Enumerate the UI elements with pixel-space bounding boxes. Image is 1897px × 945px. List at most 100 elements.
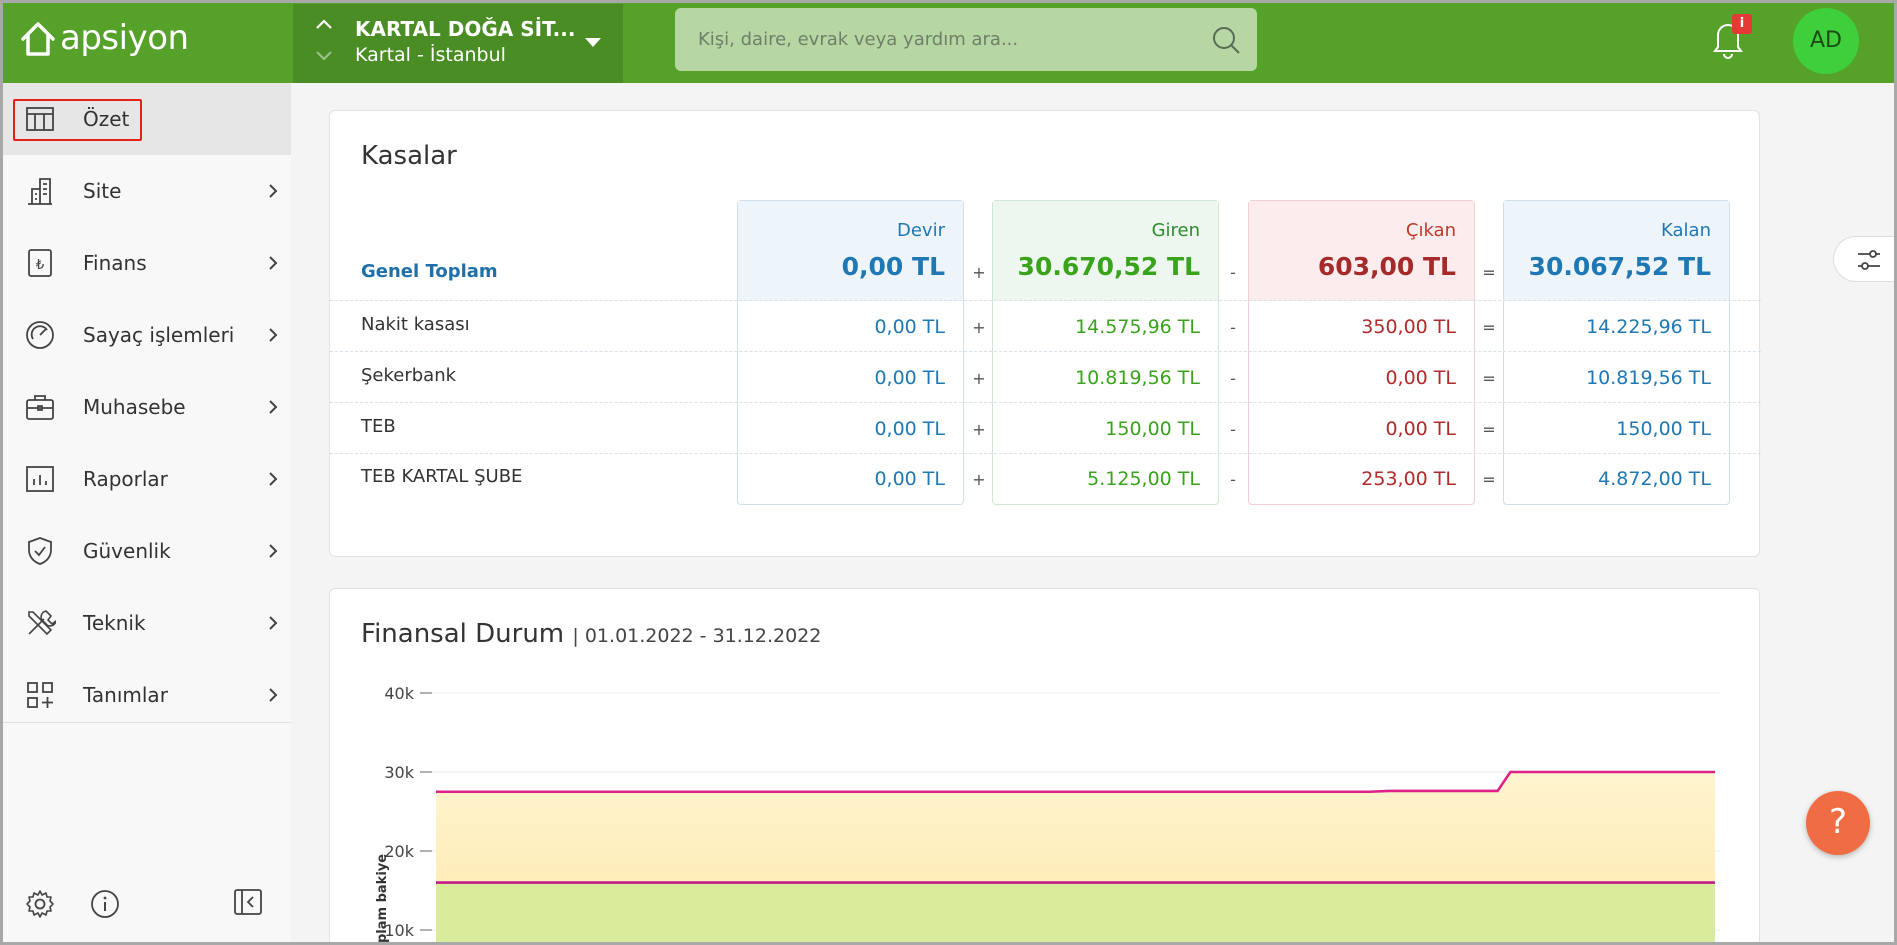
y-axis-label: Toplam bakiye [375, 854, 390, 945]
logo-text: apsiyon [60, 18, 189, 58]
devir-cell: 0,00 TL [874, 316, 945, 338]
equals-op: = [1482, 318, 1496, 337]
chart-icon [26, 466, 54, 492]
giren-column [992, 200, 1219, 505]
cikan-cell: 0,00 TL [1385, 418, 1456, 440]
sidebar-item-ozet[interactable]: Özet [3, 83, 291, 155]
row-divider [330, 453, 1761, 454]
row-divider [330, 402, 1761, 403]
site-selector[interactable]: KARTAL DOĞA SİT... Kartal - İstanbul [293, 4, 623, 83]
home-icon [21, 22, 55, 56]
minus-op: - [1230, 420, 1236, 439]
kalan-total: 30.067,52 TL [1528, 252, 1711, 281]
building-icon [28, 178, 52, 205]
cikan-cell: 0,00 TL [1385, 367, 1456, 389]
y-tick-label: 40k [384, 684, 414, 703]
sidebar-item-label: Raporlar [83, 467, 168, 491]
devir-cell: 0,00 TL [874, 418, 945, 440]
plus-op: + [972, 263, 986, 282]
tools-icon [28, 610, 56, 636]
series-area [436, 882, 1715, 945]
cikan-cell: 253,00 TL [1361, 468, 1456, 490]
avatar[interactable]: AD [1793, 8, 1859, 74]
chevron-right-icon [269, 400, 278, 414]
gear-icon[interactable] [25, 889, 55, 919]
shield-icon [28, 537, 52, 565]
sidebar-item-guvenlik[interactable]: Güvenlik [3, 515, 291, 587]
sidebar-item-raporlar[interactable]: Raporlar [3, 443, 291, 515]
site-name: KARTAL DOĞA SİT... [355, 17, 576, 41]
equals-op: = [1482, 263, 1496, 282]
sidebar-item-muhasebe[interactable]: Muhasebe [3, 371, 291, 443]
sidebar-item-tanimlar[interactable]: Tanımlar [3, 659, 291, 731]
collapse-sidebar-icon[interactable] [233, 887, 263, 917]
sidebar-divider [3, 722, 291, 723]
kasalar-card: Kasalar Devir 0,00 TL Giren 30.670,52 TL… [329, 110, 1761, 557]
devir-column [737, 200, 964, 505]
sidebar-item-label: Site [83, 179, 122, 203]
dropdown-caret-icon[interactable] [585, 38, 601, 47]
gauge-icon [26, 321, 54, 349]
briefcase-icon [26, 395, 54, 420]
notifications-button[interactable]: i [1710, 14, 1752, 59]
plus-op: + [972, 420, 986, 439]
genel-toplam-label: Genel Toplam [361, 261, 498, 282]
sidebar: Özet Site ₺ Finans Sayaç işlemleri Muhas… [3, 83, 291, 942]
balance-chart: 10k20k30k40kToplam bakiye [375, 684, 1720, 945]
notification-badge: i [1732, 14, 1752, 34]
minus-op: - [1230, 318, 1236, 337]
grid-plus-icon [27, 682, 53, 708]
sidebar-item-finans[interactable]: ₺ Finans [3, 227, 291, 299]
plus-op: + [972, 369, 986, 388]
filter-settings-button[interactable] [1833, 236, 1897, 282]
minus-op: - [1230, 470, 1236, 489]
equals-op: = [1482, 420, 1496, 439]
search-icon[interactable] [1211, 25, 1241, 55]
kasa-name[interactable]: TEB KARTAL ŞUBE [361, 466, 522, 487]
row-divider [330, 351, 1761, 352]
chevron-right-icon [269, 472, 278, 486]
highlight-box [13, 99, 142, 141]
chevron-right-icon [269, 616, 278, 630]
chevron-up-icon[interactable] [315, 18, 333, 30]
kasa-name[interactable]: Nakit kasası [361, 314, 470, 335]
search-input[interactable] [675, 8, 1257, 71]
sidebar-item-label: Güvenlik [83, 539, 171, 563]
plus-op: + [972, 470, 986, 489]
kasalar-title: Kasalar [361, 141, 457, 171]
cikan-cell: 350,00 TL [1361, 316, 1456, 338]
sidebar-item-label: Teknik [83, 611, 146, 635]
top-bar: apsiyon KARTAL DOĞA SİT... Kartal - İsta… [0, 0, 1897, 83]
giren-cell: 150,00 TL [1105, 418, 1200, 440]
sidebar-item-label: Muhasebe [83, 395, 186, 419]
chevron-right-icon [269, 544, 278, 558]
chevron-right-icon [269, 328, 278, 342]
sidebar-item-label: Sayaç işlemleri [83, 323, 235, 347]
kalan-cell: 10.819,56 TL [1586, 367, 1711, 389]
kalan-cell: 150,00 TL [1616, 418, 1711, 440]
devir-total: 0,00 TL [841, 252, 945, 281]
lira-icon: ₺ [28, 249, 52, 277]
kalan-cell: 14.225,96 TL [1586, 316, 1711, 338]
kasa-name[interactable]: Şekerbank [361, 365, 456, 386]
giren-header-label: Giren [1151, 220, 1200, 241]
equals-op: = [1482, 470, 1496, 489]
giren-cell: 14.575,96 TL [1075, 316, 1200, 338]
equals-op: = [1482, 369, 1496, 388]
kalan-header-label: Kalan [1661, 220, 1711, 241]
chevron-down-icon[interactable] [315, 50, 333, 62]
sidebar-item-teknik[interactable]: Teknik [3, 587, 291, 659]
sliders-icon [1858, 250, 1880, 270]
help-button[interactable]: ? [1806, 791, 1870, 855]
info-icon[interactable] [90, 889, 120, 919]
apsiyon-logo[interactable]: apsiyon [20, 16, 189, 60]
sidebar-item-site[interactable]: Site [3, 155, 291, 227]
devir-header-label: Devir [897, 220, 945, 241]
search-box[interactable] [675, 8, 1257, 71]
cikan-header-label: Çıkan [1405, 220, 1456, 241]
sidebar-item-sayac[interactable]: Sayaç işlemleri [3, 299, 291, 371]
kalan-column [1503, 200, 1730, 505]
kasa-name[interactable]: TEB [361, 416, 396, 437]
minus-op: - [1230, 369, 1236, 388]
cikan-total: 603,00 TL [1317, 252, 1456, 281]
